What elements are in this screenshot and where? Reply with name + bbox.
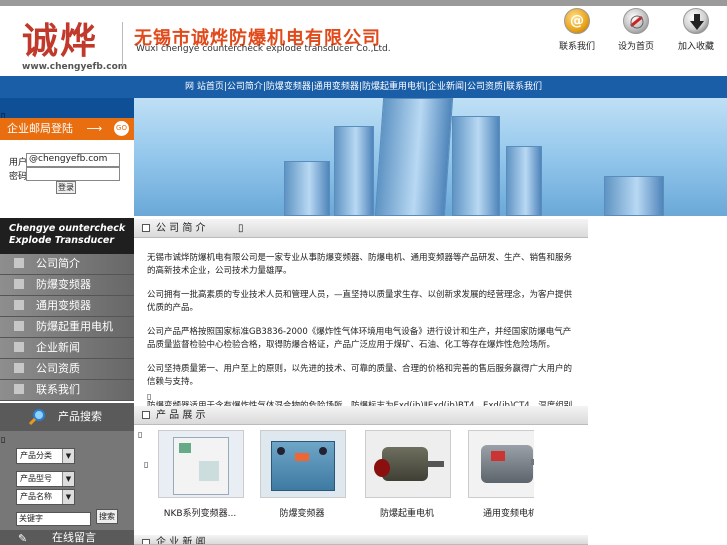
sidebar-item-contact[interactable]: 联系我们 [0, 380, 134, 401]
edge-glyph: ▯ [144, 460, 149, 469]
main-nav[interactable]: 网 站首页|公司简介|防爆变频器|通用变频器|防爆起重用电机|企业新闻|公司资质… [0, 76, 727, 98]
sidebar-title-line1: Chengye ountercheck [9, 223, 126, 234]
password-field[interactable] [26, 167, 120, 181]
square-bullet-icon [14, 279, 24, 289]
contact-us-link[interactable]: @ 联系我们 [552, 8, 602, 52]
model-select[interactable]: 产品型号 ▼ [16, 471, 75, 487]
square-bullet-icon [14, 342, 24, 352]
sidebar-item-news[interactable]: 企业新闻 [0, 338, 134, 359]
company-name-en: Wuxi chengye countercheck explode transd… [136, 44, 391, 54]
search-button[interactable]: 搜索 [96, 509, 118, 524]
about-paragraph: 公司拥有一批高素质的专业技术人员和管理人员，—直坚持以质量求生存、以创新求发展的… [147, 290, 573, 313]
product-card[interactable]: NKB系列变频器... [152, 430, 248, 519]
product-search-header: 产品搜索 [0, 403, 134, 431]
guestbook-label: 在线留言 [52, 531, 96, 544]
contact-us-label: 联系我们 [558, 42, 595, 52]
news-section-title: 企 业 新 闻 [156, 537, 206, 545]
product-image [365, 430, 451, 498]
email-login-header: 企业邮局登陆 ⟶ GO [0, 118, 134, 140]
logo-text[interactable]: 诚烨 [22, 12, 98, 64]
about-section-header: 公 司 简 介 ▯ [134, 219, 588, 238]
section-bullet-icon [142, 411, 150, 419]
product-search-panel: 产品搜索 ▯ 产品分类 ▼ 产品型号 ▼ 产品名称 ▼ 关键字 搜索 [0, 403, 134, 530]
about-paragraph: 无锡市诚烨防爆机电有限公司是一家专业从事防爆变频器、防爆电机、通用变频器等产品研… [147, 253, 573, 276]
edge-glyph: ▯ [147, 392, 152, 401]
square-bullet-icon [14, 384, 24, 394]
logo-url: www.chengyefb.com [22, 62, 128, 72]
product-image [158, 430, 244, 498]
download-arrow-icon [683, 8, 709, 34]
square-bullet-icon [14, 363, 24, 373]
password-label: 密码 [9, 172, 28, 182]
sidebar-item-explosion-proof-inverter[interactable]: 防爆变频器 [0, 275, 134, 296]
square-bullet-icon [14, 258, 24, 268]
add-favorite-label: 加入收藏 [677, 42, 714, 52]
section-bullet-icon [142, 539, 150, 544]
name-select[interactable]: 产品名称 ▼ [16, 489, 75, 505]
product-label: 防爆变频器 [279, 509, 325, 519]
products-section-header: 产 品 展 示 [134, 406, 588, 425]
chevron-down-icon: ▼ [62, 449, 74, 463]
banner-image [134, 98, 727, 216]
product-card[interactable]: 通用变频电机 [462, 430, 534, 519]
about-paragraph: 公司坚持质量第一、用户至上的原则，以先进的技术、可靠的质量、合理的价格和完善的售… [147, 364, 573, 387]
chevron-down-icon: ▼ [62, 490, 74, 504]
chevron-down-icon: ▼ [62, 472, 74, 486]
browser-icon [623, 8, 649, 34]
email-login-form: 用户 @chengyefb.com 密码 登录 [0, 140, 134, 218]
edge-glyph: ▯ [138, 430, 143, 439]
user-field[interactable]: @chengyefb.com [26, 153, 120, 167]
news-section-header: 企 业 新 闻 [134, 535, 588, 545]
login-button[interactable]: 登录 [56, 181, 76, 194]
email-at-icon: @ [564, 8, 590, 34]
about-section-title: 公 司 简 介 [156, 223, 206, 234]
pencil-icon: ✎ [18, 532, 28, 545]
product-image [468, 430, 534, 498]
about-content: 无锡市诚烨防爆机电有限公司是一家专业从事防爆变频器、防爆电机、通用变频器等产品研… [134, 238, 588, 408]
product-card[interactable]: 防爆起重电机 [359, 430, 455, 519]
square-bullet-icon [14, 321, 24, 331]
product-card[interactable]: 防爆变频器 [254, 430, 350, 519]
add-favorite-link[interactable]: 加入收藏 [671, 8, 721, 52]
sidebar-top-band [0, 98, 134, 118]
products-section-title: 产 品 展 示 [156, 410, 206, 421]
email-login-title: 企业邮局登陆 [7, 122, 73, 135]
products-showcase: ▯ ▯ NKB系列变频器... 防爆变频器 防爆起重电机 通用变频电机 [134, 426, 534, 522]
about-paragraph: 公司产品严格按照国家标准GB3836-2000《爆炸性气体环境用电气设备》进行设… [147, 327, 572, 350]
sidebar-item-general-inverter[interactable]: 通用变频器 [0, 296, 134, 317]
section-bullet-icon [142, 224, 150, 232]
edge-glyph: ▯ [1, 435, 6, 444]
guestbook-link[interactable]: ✎ 在线留言 [0, 530, 134, 545]
arrow-icon: ⟶ [86, 122, 103, 135]
keyword-input[interactable]: 关键字 [16, 512, 91, 526]
sidebar-title: Chengye ountercheck Explode Transducer [0, 218, 134, 254]
category-select[interactable]: 产品分类 ▼ [16, 448, 75, 464]
header: 诚烨 www.chengyefb.com 无锡市诚烨防爆机电有限公司 Wuxi … [0, 6, 727, 76]
go-button[interactable]: GO [114, 121, 129, 136]
edge-glyph: ▯ [238, 223, 244, 234]
sidebar-item-hoist-motor[interactable]: 防爆起重用电机 [0, 317, 134, 338]
product-image [260, 430, 346, 498]
product-label: NKB系列变频器... [163, 509, 237, 519]
product-search-title: 产品搜索 [58, 410, 102, 423]
set-homepage-label: 设为首页 [617, 42, 654, 52]
header-divider [122, 22, 123, 66]
square-bullet-icon [14, 300, 24, 310]
magnifier-icon [28, 409, 45, 426]
sidebar-item-qualifications[interactable]: 公司资质 [0, 359, 134, 380]
sidebar-menu: 公司简介 防爆变频器 通用变频器 防爆起重用电机 企业新闻 公司资质 联系我们 [0, 254, 134, 401]
product-label: 通用变频电机 [482, 509, 534, 519]
product-label: 防爆起重电机 [379, 509, 434, 519]
set-homepage-link[interactable]: 设为首页 [611, 8, 661, 52]
sidebar-item-company-profile[interactable]: 公司简介 [0, 254, 134, 275]
user-label: 用户 [9, 158, 28, 168]
sidebar-title-line2: Explode Transducer [9, 235, 115, 246]
